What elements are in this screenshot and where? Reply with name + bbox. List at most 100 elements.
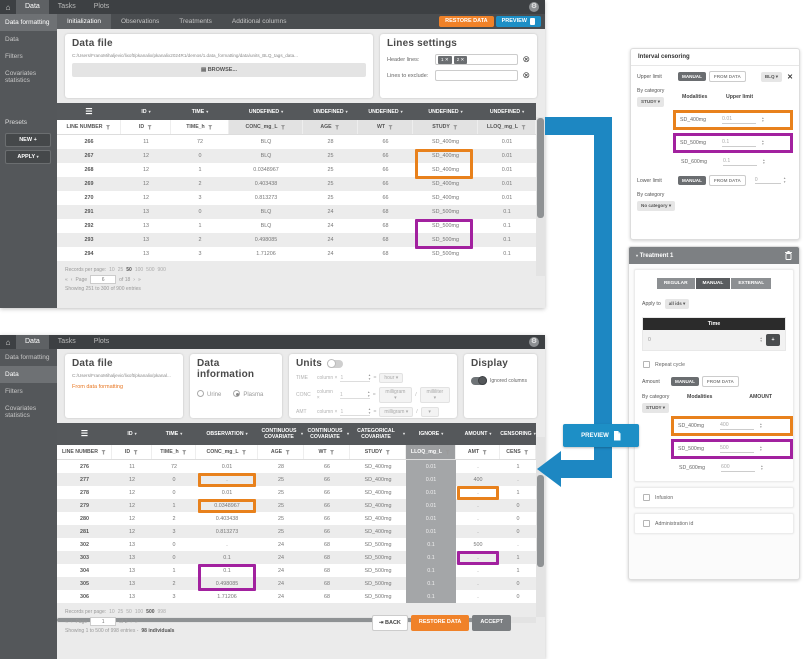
records-option[interactable]: 100 (135, 609, 143, 615)
manual-button[interactable]: MANUAL (696, 278, 731, 289)
filter-icon[interactable] (330, 450, 335, 455)
amount-input[interactable]: 400 (720, 422, 754, 430)
time-unit-dropdown[interactable]: hour ▾ (379, 373, 403, 383)
column-header[interactable]: LLOQ_mg_L (406, 445, 456, 459)
column-header[interactable]: LINE NUMBER (57, 445, 112, 459)
nav-tab-tasks[interactable]: Tasks (49, 335, 85, 349)
tab-initialization[interactable]: Initialization (57, 14, 111, 29)
upper-from-data-button[interactable]: FROM DATA (709, 71, 746, 82)
column-type-dropdown[interactable]: UNDEFINED▾ (303, 103, 358, 120)
settings-icon[interactable]: ⚙ (529, 337, 539, 347)
apply-preset-button[interactable]: APPLY ▾ (5, 150, 51, 164)
column-header[interactable]: ID (112, 445, 152, 459)
conc-unit2-dropdown[interactable]: milliliter ▾ (420, 387, 450, 403)
filter-icon[interactable] (521, 125, 526, 130)
sidebar-item-filters[interactable]: Filters (0, 383, 57, 400)
from-data-formatting-link[interactable]: From data formatting (72, 384, 176, 390)
prev-page-icon[interactable]: ‹ (71, 619, 73, 625)
tab-additional-columns[interactable]: Additional columns (222, 14, 297, 29)
lower-manual-button[interactable]: MANUAL (678, 176, 706, 185)
column-header[interactable]: TIME_h (171, 120, 229, 134)
column-type-dropdown[interactable]: UNDEFINED▾ (478, 103, 536, 120)
records-option[interactable]: 25 (118, 267, 124, 273)
records-option[interactable]: 500 (146, 267, 154, 273)
filter-icon[interactable] (524, 450, 529, 455)
new-preset-button[interactable]: NEW + (5, 133, 51, 147)
remove-icon[interactable]: ✕ (445, 57, 449, 62)
column-type-dropdown[interactable]: UNDEFINED▾ (413, 103, 478, 120)
records-option[interactable]: 100 (135, 267, 143, 273)
accept-button[interactable]: ACCEPT (472, 615, 511, 631)
records-option-selected[interactable]: 500 (146, 609, 154, 615)
lines-exclude-input[interactable] (435, 70, 518, 81)
column-type-dropdown[interactable]: ID▾ (112, 423, 152, 445)
last-page-icon[interactable]: » (138, 277, 141, 283)
column-header[interactable]: AGE (303, 120, 358, 134)
nav-tab-data[interactable]: Data (16, 0, 49, 14)
sidebar-item-covariates-statistics[interactable]: Covariates statistics (0, 65, 57, 89)
sidebar-item-data-formatting[interactable]: Data formatting (0, 14, 57, 31)
column-header[interactable]: TIME_h (152, 445, 196, 459)
filter-icon[interactable] (133, 450, 138, 455)
records-option[interactable]: 998 (158, 609, 166, 615)
stepper-icon[interactable]: ▴▾ (784, 177, 786, 184)
column-header[interactable]: AGE (258, 445, 304, 459)
conc-unit-dropdown[interactable]: milligram ▾ (379, 387, 413, 403)
amount-input[interactable]: 600 (721, 464, 755, 472)
amt-unit-dropdown[interactable]: milligram ▾ (379, 407, 413, 417)
remove-icon[interactable]: ✕ (461, 57, 465, 62)
column-header[interactable]: AMT (456, 445, 500, 459)
settings-icon[interactable]: ⚙ (529, 2, 539, 12)
study-category-dropdown[interactable]: STUDY ▾ (642, 403, 669, 413)
filter-icon[interactable] (106, 125, 111, 130)
no-category-dropdown[interactable]: No category ▾ (637, 201, 675, 211)
filter-icon[interactable] (453, 125, 458, 130)
stepper-icon[interactable]: ▴▾ (369, 374, 371, 381)
column-header[interactable]: CENS (500, 445, 536, 459)
scrollbar-thumb[interactable] (537, 475, 544, 567)
column-type-dropdown[interactable]: IGNORE▾ (406, 423, 456, 445)
stepper-icon[interactable]: ▴▾ (760, 446, 762, 453)
tab-treatments[interactable]: Treatments (169, 14, 222, 29)
browse-button[interactable]: ▤ BROWSE... (72, 63, 366, 77)
records-option-selected[interactable]: 50 (126, 267, 132, 273)
column-type-dropdown[interactable]: UNDEFINED▾ (358, 103, 413, 120)
amount-from-data-button[interactable]: FROM DATA (702, 376, 739, 387)
records-option[interactable]: 25 (118, 609, 124, 615)
ignored-columns-toggle[interactable] (471, 377, 487, 385)
stepper-icon[interactable]: ▴▾ (369, 408, 371, 415)
last-page-icon[interactable]: » (135, 619, 138, 625)
first-page-icon[interactable]: « (65, 277, 68, 283)
filter-icon[interactable] (385, 450, 390, 455)
study-category-dropdown[interactable]: STUDY ▾ (637, 97, 664, 107)
menu-icon[interactable]: ☰ (57, 423, 112, 445)
back-button[interactable]: ⇥ BACK (372, 615, 408, 631)
filter-icon[interactable] (281, 125, 286, 130)
sidebar-item-covariates-statistics[interactable]: Covariates statistics (0, 400, 57, 424)
trash-icon[interactable] (785, 251, 792, 260)
sidebar-item-data-formatting[interactable]: Data formatting (0, 349, 57, 366)
nav-tab-plots[interactable]: Plots (85, 0, 119, 14)
amount-input[interactable]: 500 (720, 445, 754, 453)
urine-radio[interactable]: Urine (197, 390, 221, 398)
column-type-dropdown[interactable]: AMOUNT▾ (456, 423, 500, 445)
column-header[interactable]: CONC_mg_L (196, 445, 258, 459)
next-page-icon[interactable]: › (133, 277, 135, 283)
reset-icon[interactable]: ⊗ (522, 71, 530, 80)
time-value-input[interactable]: 0 (648, 337, 756, 343)
upper-limit-input[interactable]: 0.1 (722, 139, 756, 147)
stepper-icon[interactable]: ▴▾ (760, 337, 762, 344)
filter-icon[interactable] (242, 450, 247, 455)
stepper-icon[interactable]: ▴▾ (368, 391, 370, 398)
records-option[interactable]: 50 (126, 609, 132, 615)
sidebar-item-data[interactable]: Data (0, 31, 57, 48)
filter-icon[interactable] (208, 125, 213, 130)
column-type-dropdown[interactable]: CATEGORICAL COVARIATE▾ (350, 423, 406, 445)
external-button[interactable]: EXTERNAL (731, 278, 771, 289)
filter-icon[interactable] (182, 450, 187, 455)
next-page-icon[interactable]: › (130, 619, 132, 625)
upper-manual-button[interactable]: MANUAL (678, 72, 706, 81)
reset-icon[interactable]: ⊗ (522, 55, 530, 64)
column-header[interactable]: LLOQ_mg_L (478, 120, 536, 134)
nav-tab-tasks[interactable]: Tasks (49, 0, 85, 14)
